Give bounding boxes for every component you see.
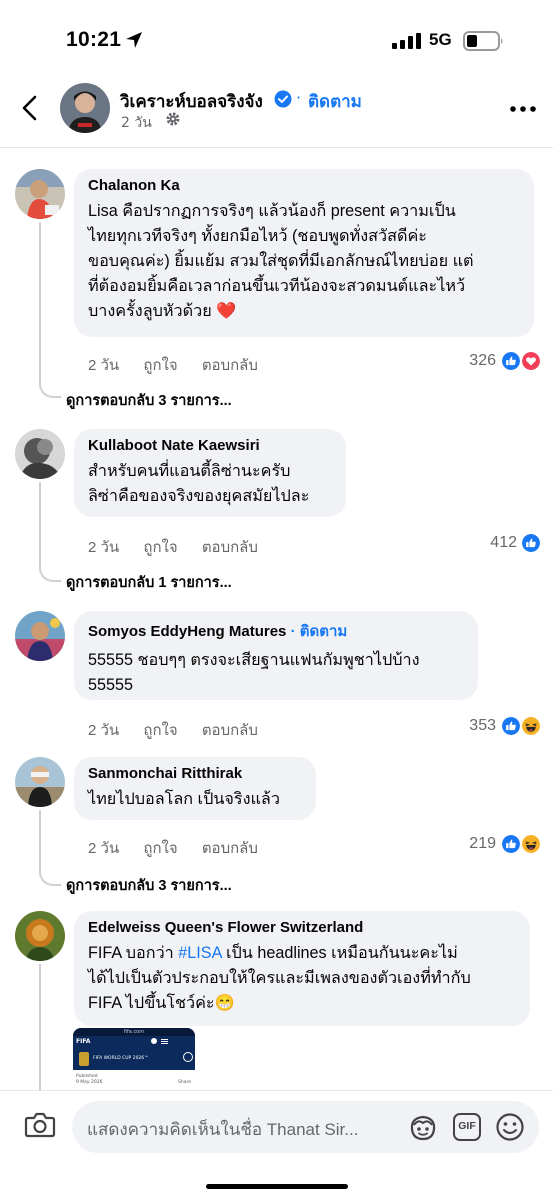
preview-site: fifa.com	[73, 1028, 195, 1036]
location-arrow-icon	[126, 32, 142, 48]
reply-button[interactable]: ตอบกลับ	[202, 722, 258, 739]
link-preview-image[interactable]: fifa.com FIFA FIFA WORLD CUP 2026™ Publi…	[73, 1028, 195, 1093]
avatar-sticker-icon[interactable]	[408, 1113, 438, 1141]
home-indicator[interactable]	[206, 1184, 348, 1189]
comment-text: สำหรับคนที่แอนตี้ลิซ่านะครับ ลิซ่าคือของ…	[88, 462, 310, 505]
comment-author[interactable]: Edelweiss Queen's Flower Switzerland	[88, 919, 516, 936]
reply-thread-curve	[39, 376, 61, 398]
preview-brand: FIFA	[76, 1038, 91, 1045]
gif-icon[interactable]: GIF	[453, 1113, 481, 1141]
page-name[interactable]: วิเคราะห์บอลจริงจัง	[120, 88, 263, 115]
like-button[interactable]: ถูกใจ	[143, 722, 177, 739]
preview-share: Share	[178, 1080, 191, 1085]
comment-bubble[interactable]: Edelweiss Queen's Flower Switzerland FIF…	[74, 911, 530, 1026]
comment-text: FIFA บอกว่า #LISA เป็น headlines เหมือนก…	[88, 941, 516, 1016]
like-button[interactable]: ถูกใจ	[143, 840, 177, 857]
comment-text: ไทยไปบอลโลก เป็นจริงแล้ว	[88, 790, 280, 808]
reply-thread-line	[39, 222, 41, 384]
reaction-count[interactable]: 353	[436, 717, 496, 735]
reply-thread-line	[39, 482, 41, 568]
status-bar: 10:21 5G	[0, 0, 553, 80]
back-arrow-icon[interactable]	[20, 94, 40, 122]
camera-icon[interactable]	[24, 1111, 56, 1139]
comment-time: 2 วัน	[88, 722, 120, 739]
reaction-count[interactable]: 412	[457, 534, 517, 552]
like-button[interactable]: ถูกใจ	[143, 357, 177, 374]
preview-date: 9 May 2026	[76, 1080, 103, 1085]
comment-author[interactable]: Somyos EddyHeng Matures	[88, 623, 286, 640]
love-reaction-icon	[520, 350, 542, 372]
commenter-avatar[interactable]	[15, 429, 65, 479]
gear-icon	[166, 112, 180, 126]
post-header: วิเคราะห์บอลจริงจัง · ติดตาม 2 วัน	[0, 80, 553, 148]
header-separator: ·	[296, 88, 302, 107]
gif-label: GIF	[458, 1120, 476, 1132]
comment-author-line: Somyos EddyHeng Matures · ติดตาม	[88, 619, 464, 643]
comment-author[interactable]: Chalanon Ka	[88, 177, 520, 194]
reply-button[interactable]: ตอบกลับ	[202, 539, 258, 556]
like-reaction-icon	[500, 715, 522, 737]
comment-actions: 2 วัน ถูกใจ ตอบกลับ	[88, 353, 278, 377]
haha-reaction-icon	[520, 715, 542, 737]
clock: 10:21	[66, 28, 122, 51]
comment-author[interactable]: Kullaboot Nate Kaewsiri	[88, 437, 332, 454]
view-replies-link[interactable]: ดูการตอบกลับ 3 รายการ...	[66, 389, 232, 412]
reaction-count[interactable]: 326	[436, 352, 496, 370]
commenter-avatar[interactable]	[15, 757, 65, 807]
comment-time: 2 วัน	[88, 840, 120, 857]
emoji-icon[interactable]	[495, 1112, 525, 1142]
more-icon[interactable]	[510, 106, 536, 112]
comment-bubble[interactable]: Sanmonchai Ritthirak ไทยไปบอลโลก เป็นจริ…	[74, 757, 316, 820]
like-reaction-icon	[500, 833, 522, 855]
commenter-avatar[interactable]	[15, 911, 65, 961]
preview-label: Published	[76, 1074, 98, 1079]
haha-reaction-icon	[520, 833, 542, 855]
reply-button[interactable]: ตอบกลับ	[202, 357, 258, 374]
preview-headline: FIFA WORLD CUP 2026™	[93, 1056, 149, 1061]
post-timestamp: 2 วัน	[121, 115, 152, 131]
comment-bubble[interactable]: Chalanon Ka Lisa คือปรากฏการจริงๆ แล้วน้…	[74, 169, 534, 337]
preview-menu-icon	[161, 1039, 168, 1040]
network-type: 5G	[429, 30, 452, 49]
commenter-avatar[interactable]	[15, 611, 65, 661]
preview-account-icon	[151, 1038, 157, 1044]
reply-thread-curve	[39, 864, 61, 886]
view-replies-link[interactable]: ดูการตอบกลับ 1 รายการ...	[66, 571, 232, 594]
reply-thread-curve	[39, 560, 61, 582]
like-reaction-icon	[500, 350, 522, 372]
reaction-count[interactable]: 219	[436, 835, 496, 853]
comment-bubble[interactable]: Kullaboot Nate Kaewsiri สำหรับคนที่แอนตี…	[74, 429, 346, 517]
comment-time: 2 วัน	[88, 357, 120, 374]
comment-author[interactable]: Sanmonchai Ritthirak	[88, 765, 302, 782]
battery-icon	[463, 31, 503, 51]
comment-bubble[interactable]: Somyos EddyHeng Matures · ติดตาม 55555 ช…	[74, 611, 478, 700]
author-separator: ·	[290, 623, 296, 640]
comment-actions: 2 วัน ถูกใจ ตอบกลับ	[88, 836, 278, 860]
view-replies-link[interactable]: ดูการตอบกลับ 3 รายการ...	[66, 874, 232, 897]
comment-actions: 2 วัน ถูกใจ ตอบกลับ	[88, 718, 278, 742]
comment-input-placeholder: แสดงความคิดเห็นในชื่อ Thanat Sir...	[87, 1120, 359, 1139]
comment-input[interactable]: แสดงความคิดเห็นในชื่อ Thanat Sir... GIF	[72, 1101, 539, 1153]
reply-thread-line	[39, 810, 41, 872]
cellular-signal-icon	[392, 33, 421, 49]
like-button[interactable]: ถูกใจ	[143, 539, 177, 556]
comment-actions: 2 วัน ถูกใจ ตอบกลับ	[88, 535, 278, 559]
commenter-avatar[interactable]	[15, 169, 65, 219]
page-avatar[interactable]	[60, 83, 110, 133]
comment-text-part: FIFA บอกว่า	[88, 944, 179, 962]
preview-chevron-icon	[183, 1052, 193, 1062]
follow-button[interactable]: ติดตาม	[308, 88, 362, 115]
comment-time: 2 วัน	[88, 539, 120, 556]
reply-thread-line	[39, 964, 41, 1090]
like-reaction-icon	[520, 532, 542, 554]
comment-text: Lisa คือปรากฏการจริงๆ แล้วน้องก็ present…	[88, 202, 474, 320]
follow-author-button[interactable]: ติดตาม	[300, 623, 348, 640]
hashtag-link[interactable]: #LISA	[178, 944, 221, 962]
verified-badge-icon	[274, 90, 292, 108]
comment-text: 55555 ชอบๆๆ ตรงจะเสียฐานแฟนกัมพูชาไปบ้าง…	[88, 651, 420, 694]
reply-button[interactable]: ตอบกลับ	[202, 840, 258, 857]
preview-trophy-icon	[79, 1052, 89, 1066]
